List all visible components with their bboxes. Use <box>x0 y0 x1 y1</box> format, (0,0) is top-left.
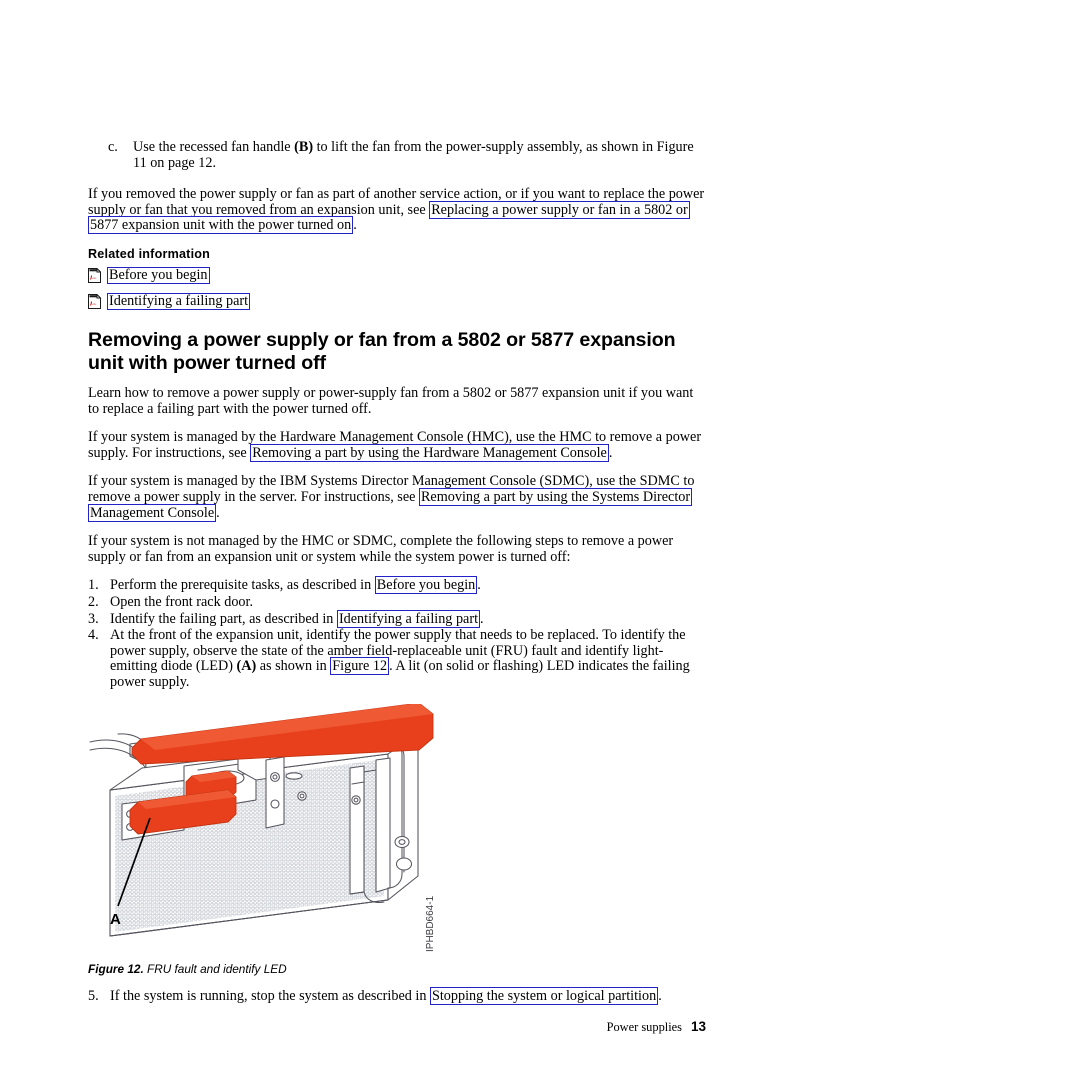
section-lead-paragraph: Learn how to remove a power supply or po… <box>88 384 694 417</box>
intro-text-after: . <box>353 217 357 234</box>
step-number: 4. <box>88 627 99 644</box>
step-number: 1. <box>88 577 99 594</box>
procedure-steps-list: 1. Perform the prerequisite tasks, as de… <box>88 576 706 690</box>
figure-caption-text: FRU fault and identify LED <box>143 962 287 977</box>
substep-bold-b: (B) <box>294 139 314 155</box>
substep-marker: c. <box>108 139 118 155</box>
sdmc-paragraph: If your system is managed by the IBM Sys… <box>88 474 706 522</box>
power-supply-drawing: A IPHBD664-1 <box>89 703 436 953</box>
step-2: 2. Open the front rack door. <box>88 593 706 611</box>
link-identifying-a-failing-part-step[interactable]: Identifying a failing part <box>336 609 481 628</box>
document-page: c. Use the recessed fan handle (B) to li… <box>0 0 1080 1080</box>
step-1: 1. Perform the prerequisite tasks, as de… <box>88 576 706 595</box>
step-4: 4. At the front of the expansion unit, i… <box>88 627 706 690</box>
hmc-text-after: . <box>608 444 613 461</box>
substep-text: Use the recessed fan handle (B) to lift … <box>133 139 706 171</box>
step-text-after: . <box>658 988 662 1005</box>
figure-caption: Figure 12. FRU fault and identify LED <box>88 962 706 976</box>
footer-page-number: 13 <box>690 1019 706 1034</box>
link-identifying-a-failing-part-related[interactable]: Identifying a failing part <box>107 293 251 311</box>
step-text: Open the front rack door. <box>110 593 254 610</box>
step-text: If the system is running, stop the syste… <box>110 987 706 1006</box>
substep-text-before: Use the recessed fan handle <box>133 139 295 155</box>
section-heading: Removing a power supply or fan from a 58… <box>88 328 676 375</box>
step-text-after: . <box>480 610 484 627</box>
figure-part-number: IPHBD664-1 <box>425 896 436 953</box>
pdf-icon <box>88 294 101 310</box>
callout-label-a: A <box>110 911 121 928</box>
sdmc-text-after: . <box>216 504 220 521</box>
page-content: c. Use the recessed fan handle (B) to li… <box>88 139 706 1006</box>
step-text-middle: as shown in <box>256 658 331 675</box>
figure-12-illustration: A IPHBD664-1 <box>88 703 706 962</box>
step-number: 5. <box>88 988 99 1005</box>
step-number: 2. <box>88 593 99 610</box>
link-removing-part-hmc[interactable]: Removing a part by using the Hardware Ma… <box>250 443 609 462</box>
link-before-you-begin-step[interactable]: Before you begin <box>374 576 478 595</box>
procedure-steps-list-continued: 5. If the system is running, stop the sy… <box>88 987 706 1006</box>
pdf-icon <box>88 268 101 284</box>
step-5: 5. If the system is running, stop the sy… <box>88 987 706 1006</box>
page-footer: Power supplies 13 <box>88 1019 706 1035</box>
step-bold-a: (A) <box>236 658 257 675</box>
step-text-before: Perform the prerequisite tasks, as descr… <box>110 577 375 594</box>
intro-paragraph: If you removed the power supply or fan a… <box>88 186 706 235</box>
step-text-after: . <box>477 577 481 594</box>
step-text: Identify the failing part, as described … <box>110 609 706 628</box>
link-before-you-begin-related[interactable]: Before you begin <box>107 267 210 285</box>
related-item-before-you-begin[interactable]: Before you begin <box>88 267 706 285</box>
link-stopping-the-system-or-logical-partition[interactable]: Stopping the system or logical partition <box>429 987 659 1006</box>
step-3: 3. Identify the failing part, as describ… <box>88 609 706 628</box>
link-figure-12[interactable]: Figure 12 <box>330 657 390 676</box>
substep-c: c. Use the recessed fan handle (B) to li… <box>88 139 706 171</box>
step-number: 3. <box>88 610 99 627</box>
step-text: At the front of the expansion unit, iden… <box>110 627 706 690</box>
related-item-identifying-a-failing-part[interactable]: Identifying a failing part <box>88 293 706 311</box>
step-text-before: If the system is running, stop the syste… <box>110 988 430 1005</box>
footer-section-title: Power supplies <box>606 1020 682 1034</box>
step-text-before: Identify the failing part, as described … <box>110 610 337 627</box>
step-text: Perform the prerequisite tasks, as descr… <box>110 576 706 595</box>
hmc-paragraph: If your system is managed by the Hardwar… <box>88 429 706 462</box>
steps-lead-paragraph: If your system is not managed by the HMC… <box>88 533 674 565</box>
related-information-heading: Related information <box>88 246 211 261</box>
figure-caption-label: Figure 12. <box>88 962 144 977</box>
